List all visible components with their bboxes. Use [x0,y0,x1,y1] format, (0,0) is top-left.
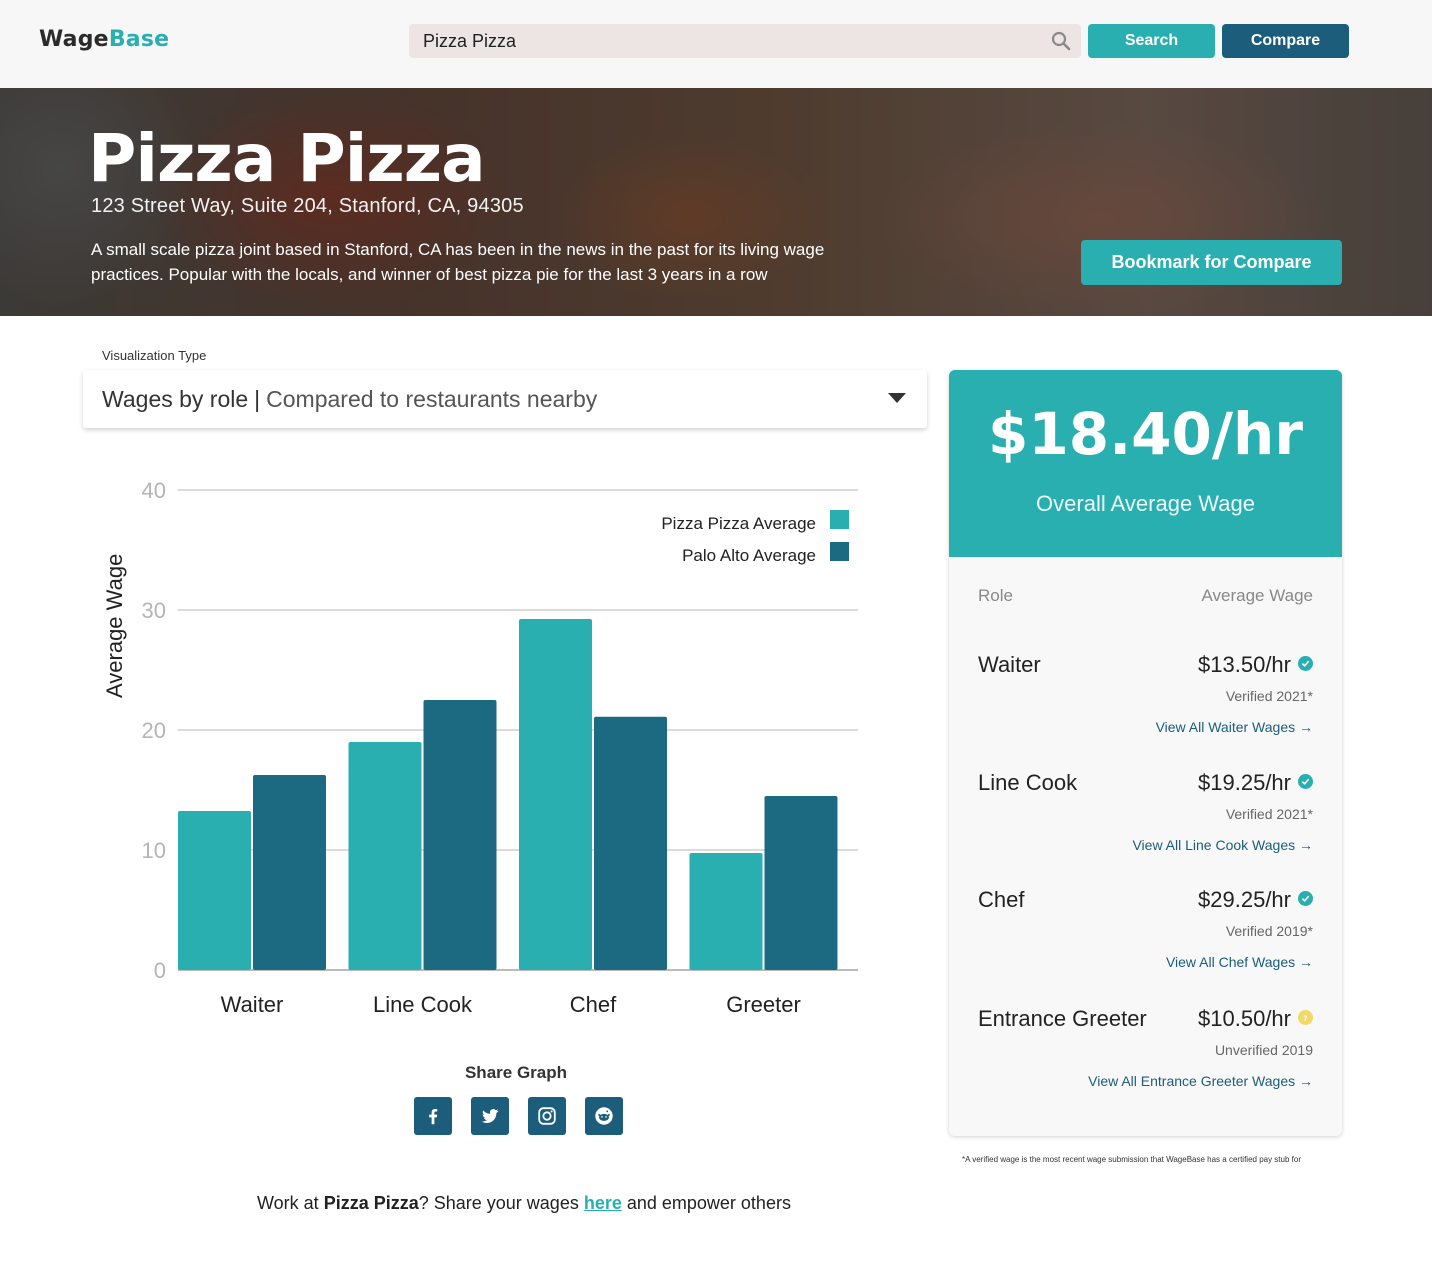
wage-bar-chart: 0 10 20 30 40 Waiter Line Cook Chef Greeter Pizza… [80,460,880,1040]
chart-svg: 0 10 20 30 40 Waiter Line Cook Chef Greeter Pizza… [142,478,858,1017]
y-tick-label: 0 [154,958,166,983]
legend-label: Palo Alto Average [682,546,816,565]
role-name: Chef [978,887,1025,912]
search-bar [409,24,1081,58]
y-tick-label: 40 [142,478,166,503]
verification-status: Verified 2021* [1225,806,1313,822]
bar-palo-alto [253,775,326,970]
role-name: Entrance Greeter [978,1006,1147,1031]
twitter-icon[interactable] [471,1097,509,1135]
role-row-entrance-greeter: Entrance Greeter $10.50/hr ? Unverified … [949,1006,1342,1116]
bar-pizza-pizza [178,811,251,970]
verification-status: Unverified 2019 [1214,1042,1313,1058]
legend-label: Pizza Pizza Average [661,514,816,533]
logo-text-wage: Wage [39,27,109,52]
overall-average-wage: $18.40/hr [988,400,1303,468]
visualization-type-select[interactable]: Wages by role | Compared to restaurants … [83,370,927,428]
svg-text:?: ? [1303,1013,1307,1022]
cta-company: Pizza Pizza [323,1193,419,1213]
y-axis-label: Average Wage [102,553,127,698]
reddit-icon[interactable] [585,1097,623,1135]
y-tick-label: 20 [142,718,166,743]
share-graph-label: Share Graph [464,1063,568,1082]
bar-palo-alto [764,796,838,970]
verified-check-icon [1298,774,1313,789]
instagram-icon[interactable] [528,1097,566,1135]
view-all-line-cook-wages-link[interactable]: View All Line Cook Wages → [1132,837,1313,853]
y-tick-label: 10 [142,838,166,863]
share-icons [414,1097,623,1135]
y-tick-label: 30 [142,598,166,623]
legend-swatch [830,510,849,529]
view-all-waiter-wages-link[interactable]: View All Waiter Wages → [1156,719,1313,735]
bar-pizza-pizza [519,619,592,970]
role-wage: $10.50/hr [1198,1006,1291,1031]
hero-banner: Pizza Pizza 123 Street Way, Suite 204, S… [0,88,1432,316]
viz-selected-sub: Compared to restaurants nearby [266,385,598,412]
logo[interactable]: WageBase [39,27,169,52]
bar-palo-alto [423,700,497,970]
compare-button[interactable]: Compare [1222,24,1349,58]
bar-pizza-pizza [348,742,422,970]
verified-check-icon [1298,656,1313,671]
x-tick-label: Waiter [221,992,284,1017]
x-tick-label: Chef [570,992,617,1017]
verified-check-icon [1298,891,1313,906]
share-wages-link[interactable]: here [584,1193,622,1213]
x-tick-label: Line Cook [373,992,473,1017]
chevron-down-icon[interactable] [888,393,906,403]
role-wage: $29.25/hr [1198,887,1291,912]
role-wage: $13.50/hr [1198,652,1291,677]
logo-text-base: Base [108,27,170,52]
cta-suffix: and empower others [621,1193,791,1213]
overall-wage-header: $18.40/hr Overall Average Wage [949,370,1342,557]
cta-prefix: Work at [257,1193,324,1213]
verification-status: Verified 2021* [1225,688,1313,704]
verified-wage-footnote: *A verified wage is the most recent wage… [962,1155,1301,1164]
share-wages-prompt: Work at Pizza Pizza? Share your wages he… [257,1193,791,1214]
cta-middle: ? Share your wages [418,1193,584,1213]
search-icon[interactable] [1051,31,1071,51]
unverified-question-icon: ? [1298,1010,1313,1025]
role-row-line-cook: Line Cook $19.25/hr Verified 2021* View … [949,770,1342,880]
role-row-waiter: Waiter $13.50/hr Verified 2021* View All… [949,652,1342,762]
view-all-entrance-greeter-wages-link[interactable]: View All Entrance Greeter Wages → [1088,1073,1313,1089]
top-bar: WageBase Search Compare [0,0,1432,88]
viz-selected-main: Wages by role [102,385,249,412]
visualization-type-label: Visualization Type [102,348,207,363]
wage-summary-card: $18.40/hr Overall Average Wage Role Aver… [949,370,1342,1136]
role-row-chef: Chef $29.25/hr Verified 2019* View All C… [949,887,1342,997]
restaurant-title: Pizza Pizza [88,120,486,197]
viz-separator: | [254,385,261,412]
x-tick-label: Greeter [726,992,801,1017]
role-name: Waiter [978,652,1041,677]
bar-palo-alto [594,716,667,970]
overall-average-wage-label: Overall Average Wage [1036,491,1255,516]
bar-pizza-pizza [689,853,763,970]
search-input[interactable] [423,24,1033,58]
role-wage: $19.25/hr [1198,770,1291,795]
restaurant-address: 123 Street Way, Suite 204, Stanford, CA,… [91,195,524,217]
facebook-icon[interactable] [414,1097,452,1135]
view-all-chef-wages-link[interactable]: View All Chef Wages → [1166,954,1313,970]
role-column-header: Role [978,586,1013,605]
legend-swatch [830,542,849,561]
verification-status: Verified 2019* [1225,923,1313,939]
average-wage-column-header: Average Wage [1201,586,1313,605]
search-button[interactable]: Search [1088,24,1215,58]
bookmark-for-compare-button[interactable]: Bookmark for Compare [1081,240,1342,285]
restaurant-description: A small scale pizza joint based in Stanf… [91,240,825,284]
role-name: Line Cook [978,770,1078,795]
